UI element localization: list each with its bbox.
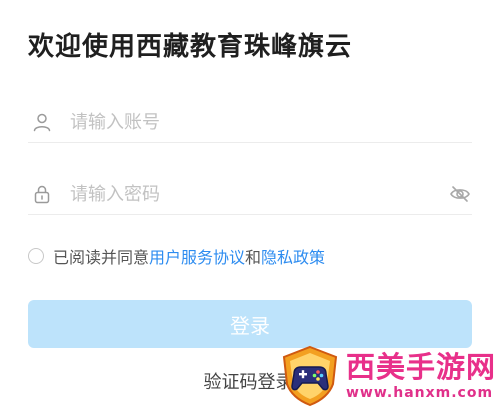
user-icon [30,110,54,134]
agreement-prefix: 已阅读并同意 [53,248,150,267]
agreement-row: 已阅读并同意 用户服务协议 和 隐私政策 [28,244,325,268]
watermark: 西美手游网 www.hanxm.com [278,344,497,408]
lock-icon [30,182,54,206]
login-button[interactable]: 登录 [28,300,472,348]
page-title: 欢迎使用西藏教育珠峰旗云 [28,32,353,62]
agreement-conjunction: 和 [245,248,262,267]
password-input[interactable] [68,182,448,206]
watermark-url: www.hanxm.com [346,385,494,401]
agreement-checkbox[interactable] [28,248,44,264]
password-field [28,174,472,215]
account-field [28,102,472,143]
watermark-name: 西美手游网 [346,350,497,384]
privacy-link[interactable]: 隐私政策 [261,244,325,268]
terms-link[interactable]: 用户服务协议 [149,244,245,268]
account-input[interactable] [68,110,472,134]
eye-off-icon[interactable] [448,182,472,206]
gamepad-shield-icon [278,344,342,408]
